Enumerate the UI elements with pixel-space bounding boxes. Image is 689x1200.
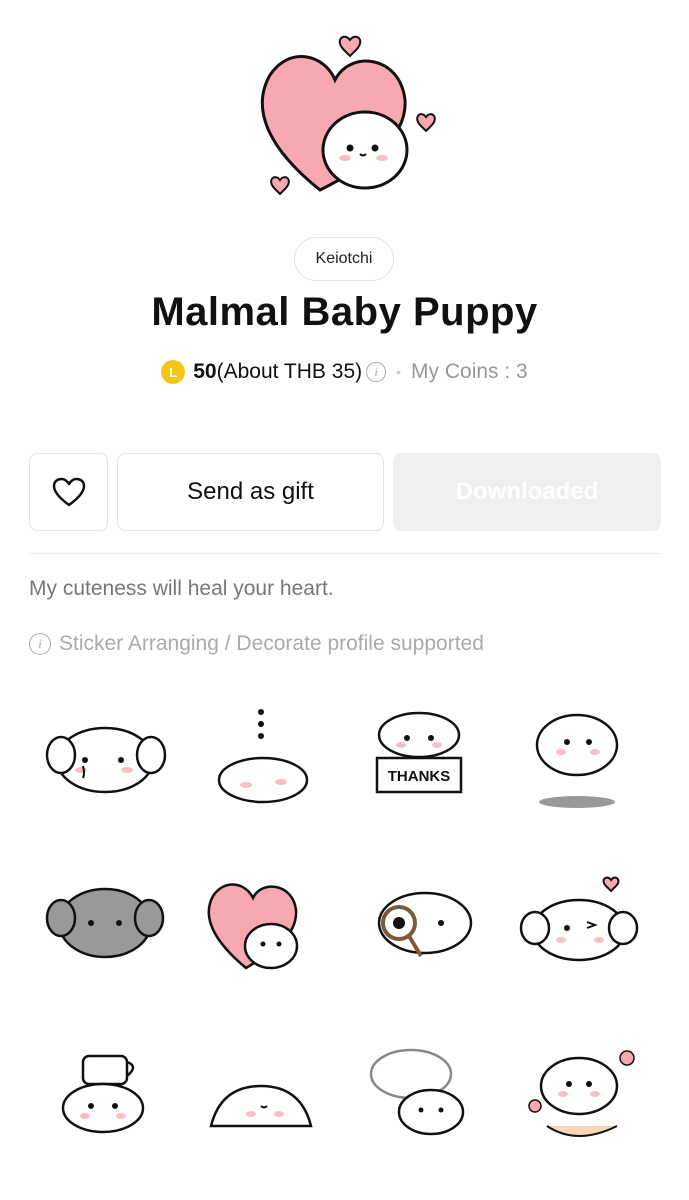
heart-outline-icon [52, 477, 85, 507]
support-note: i Sticker Arranging / Decorate profile s… [29, 632, 484, 656]
sticker-ghost-puppy[interactable] [345, 1026, 503, 1176]
line-coin-icon: L [161, 360, 186, 384]
sticker-wink-puppy[interactable] [503, 858, 661, 1008]
sticker-main-image [250, 30, 450, 210]
price-amount: 50 [193, 360, 217, 383]
sticker-floating-puppy[interactable] [503, 690, 661, 840]
info-icon[interactable]: i [366, 362, 387, 382]
price-row: L 50 (About THB 35) i • My Coins : 3 [0, 352, 689, 392]
downloaded-button: Downloaded [393, 453, 661, 531]
sticker-flower-puppy[interactable] [503, 1026, 661, 1176]
page-title: Malmal Baby Puppy [151, 290, 538, 334]
divider [29, 553, 661, 554]
support-note-text: Sticker Arranging / Decorate profile sup… [59, 632, 484, 655]
sticker-magnifier-puppy[interactable] [345, 858, 503, 1008]
description: My cuteness will heal your heart. [29, 577, 334, 600]
info-icon: i [29, 633, 51, 655]
sticker-thanks-puppy[interactable]: THANKS [345, 690, 503, 840]
sticker-heart-puppy[interactable] [187, 858, 345, 1008]
price-approx: (About THB 35) [216, 360, 363, 383]
favorite-button[interactable] [29, 453, 108, 531]
separator-dot: • [396, 364, 402, 380]
sticker-coffee-puppy[interactable] [29, 1026, 187, 1176]
sticker-lying-puppy[interactable] [187, 1026, 345, 1176]
sticker-gloomy-puppy[interactable] [29, 858, 187, 1008]
send-as-gift-button[interactable]: Send as gift [117, 453, 384, 531]
my-coins-label: My Coins : 3 [411, 360, 528, 383]
sticker-sleeping-puppy[interactable] [187, 690, 345, 840]
thanks-caption: THANKS [388, 768, 451, 785]
author-chip[interactable]: Keiotchi [294, 237, 394, 281]
sticker-crying-puppy[interactable] [29, 690, 187, 840]
